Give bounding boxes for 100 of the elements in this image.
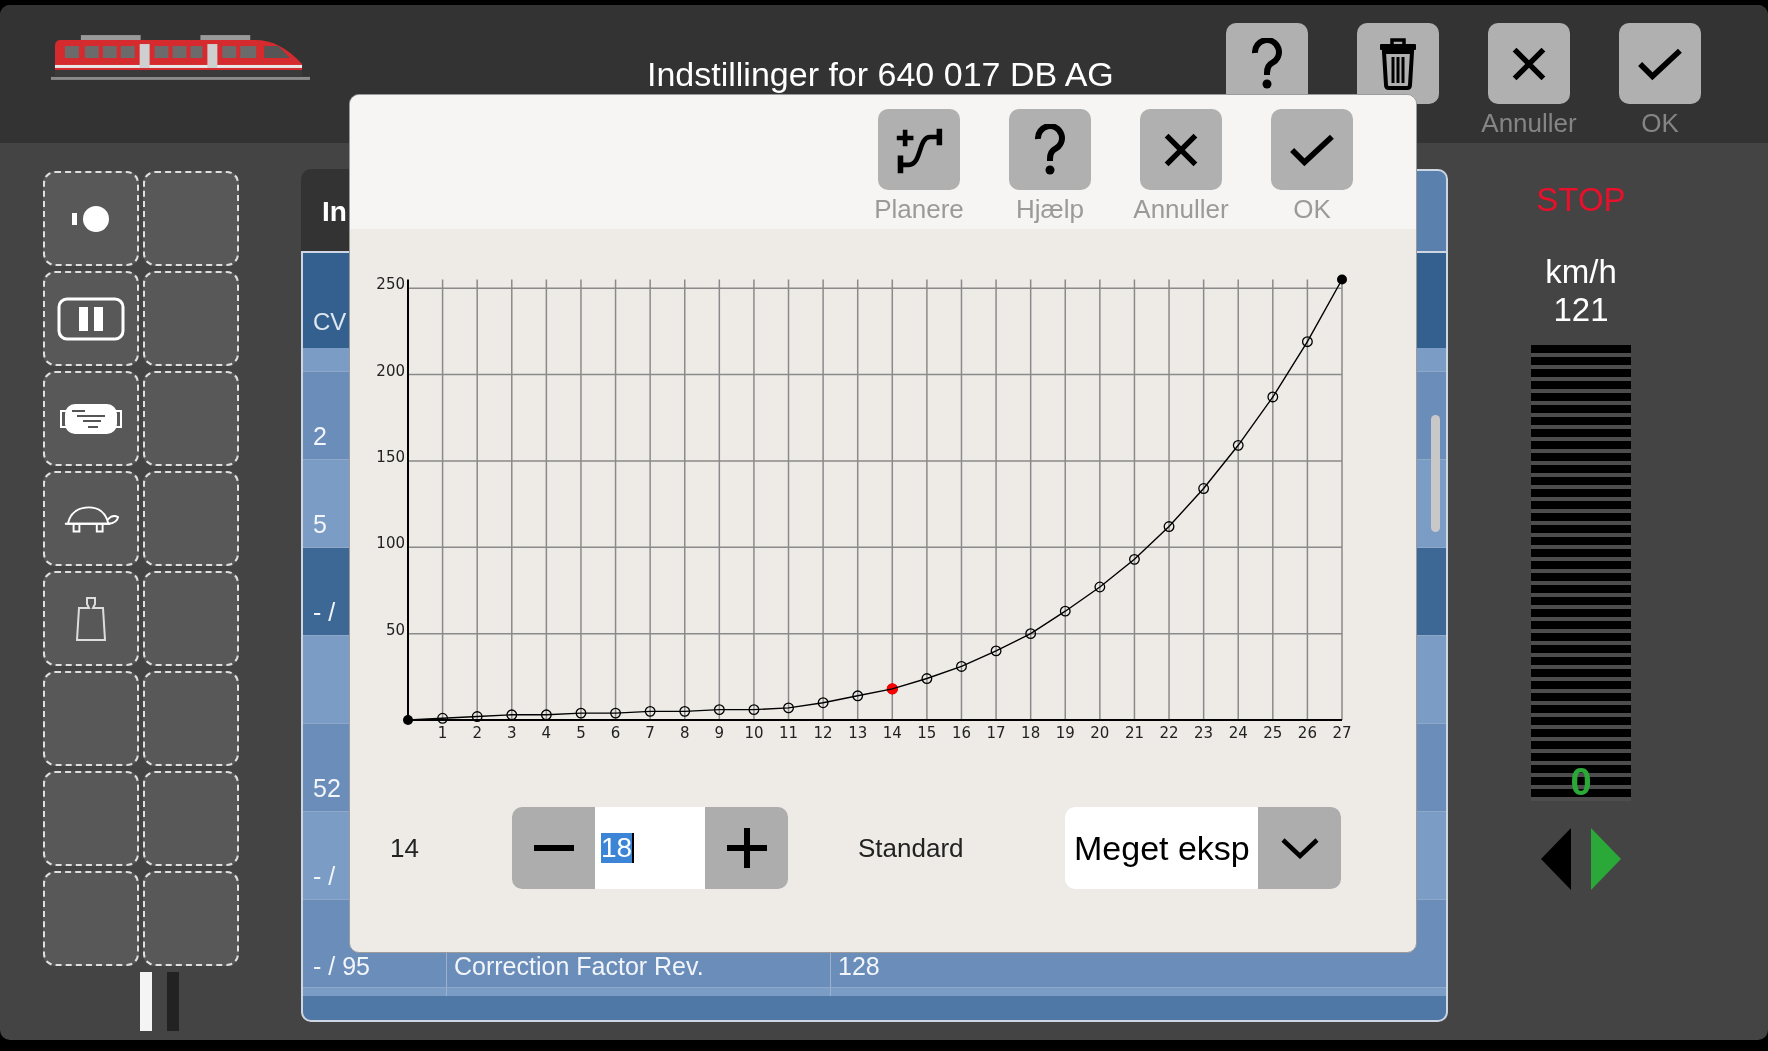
max-speed: 121 (1553, 291, 1609, 329)
data-point[interactable] (1301, 336, 1313, 348)
curve-icon[interactable] (878, 109, 960, 190)
function-button[interactable] (143, 871, 239, 966)
data-point[interactable] (1025, 628, 1037, 640)
data-point[interactable] (783, 702, 794, 714)
tick-label: 8 (679, 724, 690, 742)
curve-button[interactable]: Planere (869, 109, 969, 229)
data-point[interactable] (1129, 553, 1140, 565)
function-button[interactable] (143, 271, 239, 366)
function-button[interactable] (143, 471, 239, 566)
data-point[interactable] (921, 673, 933, 684)
tick-label: 16 (951, 724, 972, 742)
cancel-button[interactable]: Annuller (1131, 109, 1231, 229)
tick-label: 18 (1021, 724, 1041, 742)
data-point[interactable] (1094, 581, 1106, 593)
data-point[interactable] (1232, 439, 1244, 451)
help-button[interactable]: Hjælp (1000, 109, 1100, 229)
data-point[interactable] (1163, 521, 1175, 532)
data-point[interactable] (1059, 605, 1071, 617)
trash-icon[interactable] (1357, 23, 1439, 104)
tick-label: 3 (507, 724, 517, 742)
tick-label: 27 (1332, 724, 1352, 742)
function-button[interactable] (43, 371, 139, 466)
tick-label: 15 (917, 724, 937, 742)
minus-button[interactable] (512, 807, 595, 889)
tick-label: 50 (385, 620, 405, 639)
chevron-down-icon[interactable] (1258, 807, 1341, 889)
function-button[interactable] (43, 871, 139, 966)
scrollbar[interactable] (1431, 415, 1440, 532)
data-point[interactable] (1267, 391, 1279, 403)
plus-button[interactable] (705, 807, 788, 889)
tick-label: 9 (714, 724, 725, 742)
window-title: Indstillinger for 640 017 DB AG (647, 57, 1114, 91)
data-point[interactable] (471, 711, 483, 722)
function-button[interactable] (143, 771, 239, 866)
help-icon[interactable] (1009, 109, 1091, 190)
curve-dropdown[interactable]: Meget eksp (1065, 807, 1341, 889)
function-button[interactable] (43, 471, 139, 566)
minus-icon (533, 845, 574, 851)
data-point[interactable] (852, 690, 864, 702)
ok-button[interactable]: OK (1610, 23, 1710, 137)
close-icon[interactable] (1488, 23, 1570, 104)
tick-label: 6 (610, 724, 621, 742)
function-button[interactable] (43, 271, 139, 366)
function-button[interactable] (43, 571, 139, 666)
tick-label: 21 (1124, 724, 1144, 742)
table-cell: - / (313, 598, 336, 626)
data-point[interactable] (713, 704, 725, 716)
close-icon[interactable] (1140, 109, 1222, 190)
function-button[interactable] (143, 171, 239, 266)
function-button[interactable] (143, 371, 239, 466)
function-button[interactable] (143, 671, 239, 766)
check-icon[interactable] (1271, 109, 1353, 190)
table-cell: 2 (313, 422, 327, 450)
data-point[interactable] (956, 661, 967, 672)
data-point[interactable] (990, 645, 1002, 657)
data-point[interactable] (644, 705, 656, 717)
tick-label: 2 (472, 724, 482, 742)
tick-label: 17 (986, 724, 1006, 742)
data-point[interactable] (817, 697, 829, 709)
stop-status: STOP (1536, 181, 1626, 219)
tick-label: 200 (376, 361, 405, 380)
data-point[interactable] (1337, 274, 1347, 285)
column-header[interactable]: CV (313, 308, 347, 335)
tick-label: 7 (645, 724, 655, 742)
data-point[interactable] (403, 715, 413, 725)
number-field[interactable]: 18 (595, 807, 705, 889)
check-icon[interactable] (1619, 23, 1701, 104)
data-point[interactable] (748, 704, 760, 716)
data-point[interactable] (437, 712, 449, 724)
curve-label: Standard (858, 833, 964, 863)
tick-label: 12 (813, 724, 833, 742)
tick-label: 26 (1297, 724, 1317, 742)
table-cell: - / 95 (313, 952, 370, 980)
function-button[interactable] (43, 671, 139, 766)
table-cell: Correction Factor Rev. (454, 952, 704, 980)
table-cell: 128 (838, 952, 880, 980)
data-point[interactable] (679, 705, 691, 717)
data-point[interactable] (575, 707, 587, 719)
speed-value: 0 (1570, 763, 1592, 801)
right-triangle-icon[interactable] (1591, 828, 1621, 890)
speed-slider[interactable]: 0 (1531, 345, 1631, 801)
tick-label: 22 (1159, 724, 1179, 742)
data-point[interactable] (540, 709, 552, 721)
speed-unit: km/h (1545, 253, 1617, 291)
tick-label: 13 (848, 724, 868, 742)
function-button[interactable] (43, 171, 139, 266)
data-point[interactable] (506, 709, 518, 721)
tick-label: 14 (882, 724, 902, 742)
tick-label: 23 (1194, 724, 1214, 742)
step-number: 14 (390, 834, 419, 862)
table-cell: 5 (313, 510, 327, 538)
function-button[interactable] (43, 771, 139, 866)
function-button[interactable] (143, 571, 239, 666)
data-point[interactable] (610, 707, 621, 719)
cancel-button[interactable]: Annuller (1479, 23, 1579, 137)
ok-button[interactable]: OK (1262, 109, 1362, 229)
data-point[interactable] (1198, 483, 1210, 494)
tick-label: 20 (1090, 724, 1110, 742)
